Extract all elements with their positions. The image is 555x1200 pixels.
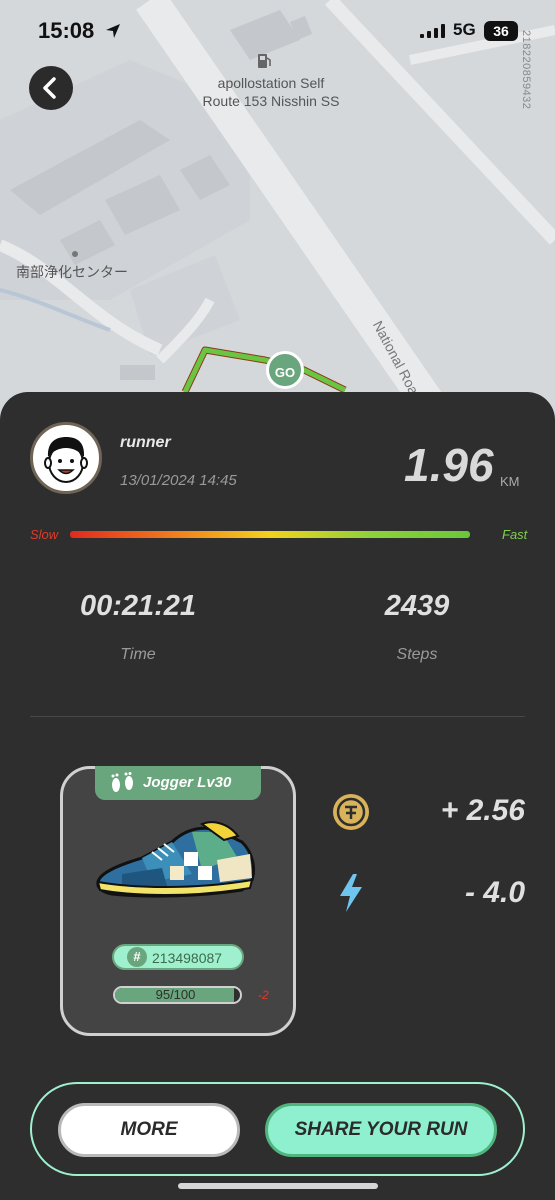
speed-gradient-bar bbox=[70, 531, 470, 538]
footprints-icon bbox=[111, 772, 133, 792]
place-label: 南部浄化センター bbox=[16, 264, 128, 280]
sneaker-title: Jogger Lv30 bbox=[143, 774, 232, 791]
steps-value: 2439 bbox=[384, 590, 450, 622]
sneaker-id: 213498087 bbox=[152, 950, 223, 966]
divider bbox=[30, 716, 525, 717]
distance-unit: KM bbox=[500, 474, 520, 489]
avatar-face-icon bbox=[44, 437, 88, 483]
duration-label: Time bbox=[120, 646, 156, 663]
durability-text: 95/100 bbox=[155, 987, 196, 1002]
location-arrow-icon bbox=[106, 24, 120, 38]
username: runner bbox=[120, 434, 171, 451]
home-indicator[interactable] bbox=[178, 1183, 378, 1189]
run-datetime: 13/01/2024 14:45 bbox=[120, 472, 237, 489]
coin-reward-value: + 2.56 bbox=[440, 794, 525, 827]
signal-icon bbox=[420, 24, 445, 38]
status-bar: 15:08 5G 36 bbox=[0, 0, 555, 60]
start-marker: GO bbox=[266, 351, 304, 389]
station-label: apollostation Self Route 153 Nisshin SS bbox=[186, 74, 356, 110]
energy-cost-value: - 4.0 bbox=[464, 876, 525, 909]
sneaker-level-tab: Jogger Lv30 bbox=[95, 766, 261, 800]
side-identifier: 218220859432 bbox=[520, 30, 532, 110]
more-button[interactable]: MORE bbox=[58, 1103, 240, 1157]
duration-value: 00:21:21 bbox=[79, 590, 197, 622]
gst-coin-icon bbox=[333, 794, 369, 830]
sneaker-image bbox=[96, 821, 256, 898]
speed-fast-label: Fast bbox=[502, 527, 528, 542]
avatar[interactable] bbox=[30, 422, 102, 494]
station-label-line1: apollostation Self bbox=[217, 75, 325, 91]
share-run-button[interactable]: SHARE YOUR RUN bbox=[265, 1103, 497, 1157]
status-time: 15:08 bbox=[38, 18, 95, 43]
steps-label: Steps bbox=[396, 646, 438, 663]
distance-value: 1.96 bbox=[404, 439, 494, 491]
station-label-line2: Route 153 Nisshin SS bbox=[202, 93, 340, 109]
speed-slow-label: Slow bbox=[30, 527, 59, 542]
durability-delta: -2 bbox=[258, 988, 269, 1002]
back-button[interactable] bbox=[29, 66, 73, 110]
hash-icon: # bbox=[127, 947, 147, 967]
network-type: 5G bbox=[453, 20, 476, 39]
fuel-station-icon bbox=[258, 54, 271, 68]
energy-bolt-icon bbox=[340, 874, 362, 912]
chevron-left-icon bbox=[43, 77, 56, 99]
battery-level: 36 bbox=[484, 21, 518, 41]
